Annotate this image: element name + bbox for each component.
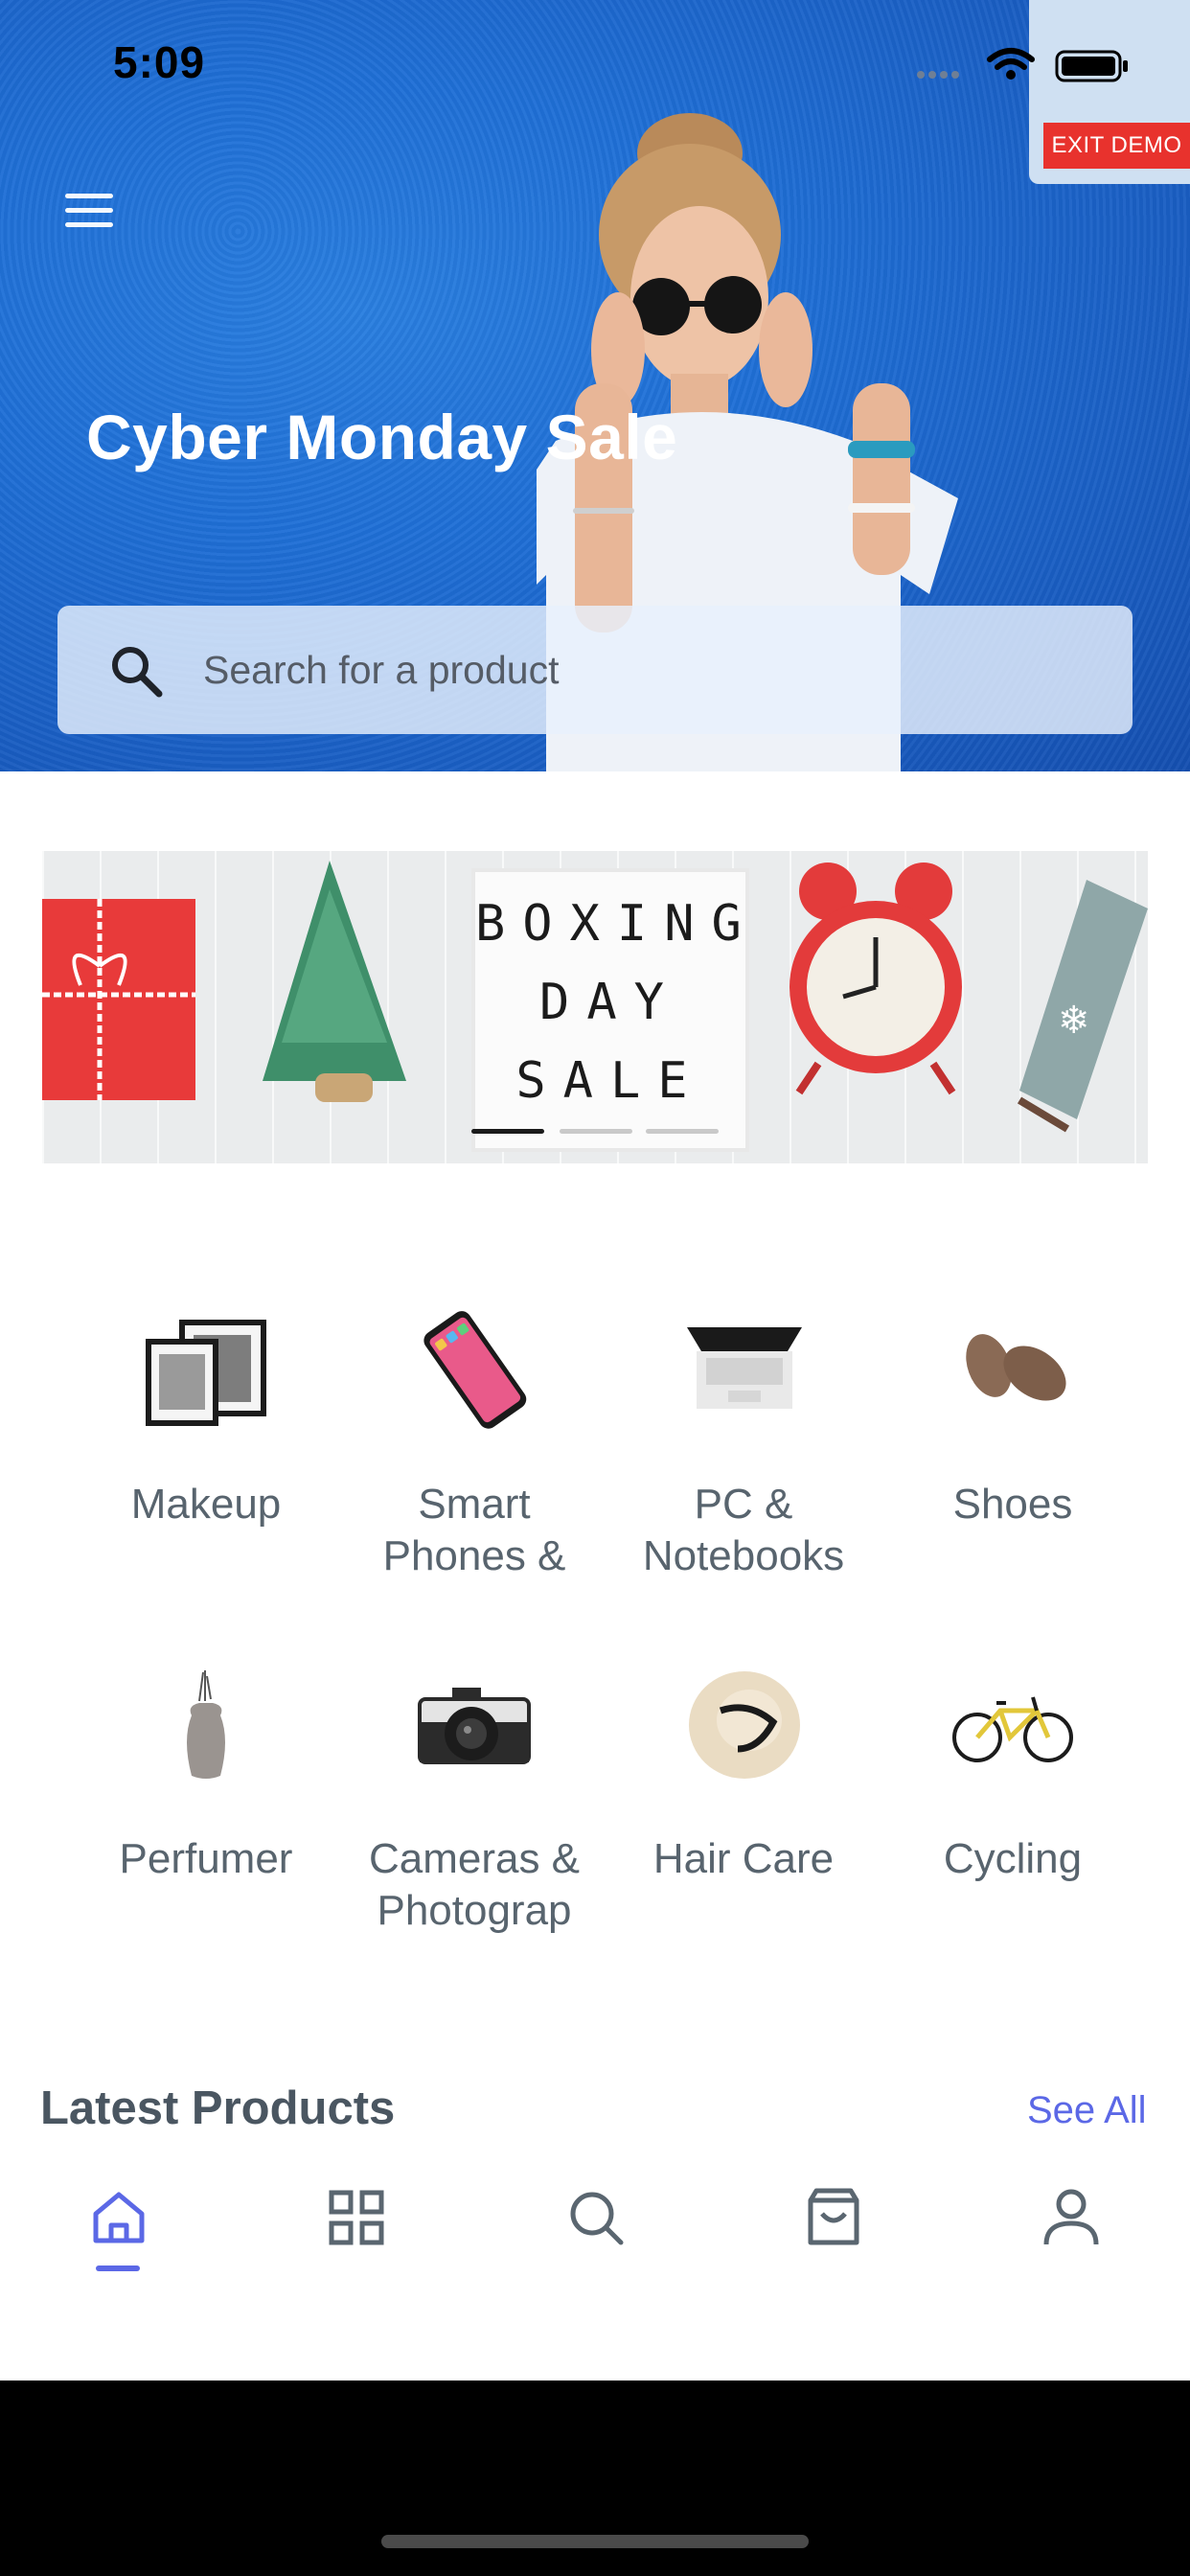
category-label: Makeup <box>130 1481 282 1528</box>
laptop-icon <box>687 1327 802 1409</box>
user-icon <box>1043 2189 1099 2245</box>
search-input[interactable]: Search for a product <box>57 606 1133 734</box>
shoes-icon <box>966 1334 1066 1401</box>
category-label: Cameras & Photograp <box>368 1835 581 1934</box>
home-icon <box>93 2192 145 2243</box>
wifi-icon <box>987 48 1035 70</box>
tab-cart[interactable] <box>803 2187 864 2248</box>
category-label: Hair Care <box>652 1835 835 1882</box>
hat-icon <box>689 1671 800 1779</box>
carousel-dot-3[interactable] <box>646 1129 719 1134</box>
category-label: Perfumer <box>119 1835 293 1882</box>
active-tab-indicator <box>96 2266 140 2271</box>
bicycle-icon <box>952 1696 1073 1762</box>
category-label: Smart Phones & <box>382 1481 566 1579</box>
carousel-dot-1[interactable] <box>471 1129 544 1134</box>
svg-text:❄: ❄ <box>1058 999 1090 1043</box>
battery-icon <box>1055 50 1128 82</box>
see-all-link[interactable]: See All <box>1027 2089 1147 2132</box>
tab-categories[interactable] <box>326 2187 387 2248</box>
smartphone-icon <box>423 1311 527 1429</box>
vase-icon <box>187 1670 225 1779</box>
tab-home[interactable] <box>88 2187 149 2248</box>
camera-icon <box>418 1688 531 1764</box>
hero-banner: EXIT DEMO 5:09 Cyber Monday Sale Search … <box>0 0 1190 771</box>
sled-image: ❄ <box>1017 880 1148 1133</box>
home-screen: EXIT DEMO 5:09 Cyber Monday Sale Search … <box>0 0 1190 2380</box>
grid-icon <box>329 2190 384 2245</box>
exit-demo-button[interactable]: EXIT DEMO <box>1043 123 1190 169</box>
search-icon <box>112 647 163 698</box>
christmas-tree-image <box>263 861 406 1102</box>
search-placeholder: Search for a product <box>203 648 560 692</box>
latest-products-title: Latest Products <box>40 2082 396 2134</box>
gift-box-image <box>42 899 195 1100</box>
signal-icon <box>917 71 959 79</box>
category-label: PC & Notebooks <box>642 1481 845 1579</box>
hero-title: Cyber Monday Sale <box>86 402 678 472</box>
board-line-1: BOXING <box>475 895 759 953</box>
board-line-3: SALE <box>515 1052 705 1110</box>
alarm-clock-image <box>790 862 962 1095</box>
tab-search[interactable] <box>565 2187 627 2248</box>
letter-board: BOXING DAY SALE <box>471 868 749 1152</box>
shopping-bag-icon <box>808 2188 859 2245</box>
board-line-2: DAY <box>539 974 681 1031</box>
home-indicator[interactable] <box>381 2535 809 2548</box>
photo-frames-icon <box>146 1320 266 1426</box>
promo-banner[interactable]: BOXING DAY SALE ❄ <box>42 851 1148 1163</box>
carousel-dot-2[interactable] <box>560 1129 632 1134</box>
category-label: Cycling <box>943 1835 1083 1882</box>
search-icon <box>570 2192 624 2245</box>
status-icons <box>917 48 1128 82</box>
category-label: Shoes <box>952 1481 1073 1528</box>
tab-profile[interactable] <box>1041 2187 1102 2248</box>
hamburger-menu-icon[interactable] <box>65 194 115 228</box>
status-time: 5:09 <box>113 37 206 87</box>
